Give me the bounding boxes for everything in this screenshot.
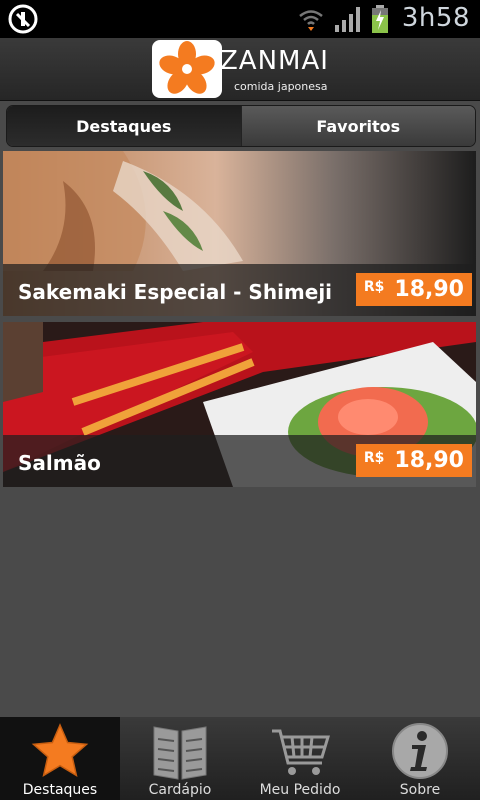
- wifi-icon: [299, 10, 323, 31]
- nav-label: Destaques: [22, 782, 98, 798]
- bottom-navigation: Destaques Cardápio Meu Pedido Sobre: [0, 717, 480, 800]
- battery-charging-icon: [372, 5, 388, 33]
- no-accessibility-icon: [8, 4, 38, 34]
- nav-label: Cardápio: [148, 782, 212, 798]
- app-header: ZANMAI comida japonesa: [0, 38, 480, 101]
- tab-favoritos[interactable]: Favoritos: [240, 106, 475, 146]
- info-icon: [392, 723, 448, 779]
- cart-icon: [272, 729, 330, 775]
- star-icon: [31, 723, 89, 777]
- tab-destaques[interactable]: Destaques: [7, 106, 241, 146]
- brand-name: ZANMAI: [220, 46, 329, 76]
- nav-cardapio[interactable]: Cardápio: [120, 717, 240, 800]
- price-currency: R$: [363, 449, 385, 466]
- clock-time: 3h58: [401, 3, 470, 33]
- price-value: 18,90: [394, 277, 464, 302]
- brand-tagline: comida japonesa: [234, 80, 328, 93]
- list-item[interactable]: Salmão R$ 18,90: [3, 322, 476, 487]
- card-caption-bar: Salmão R$ 18,90: [3, 435, 476, 487]
- menu-book-icon: [153, 726, 207, 780]
- price-tag: R$ 18,90: [355, 273, 472, 306]
- segmented-tabs: Destaques Favoritos: [6, 105, 476, 147]
- nav-meu-pedido[interactable]: Meu Pedido: [240, 717, 360, 800]
- status-bar: 3h58: [0, 0, 480, 38]
- card-caption-bar: Sakemaki Especial - Shimeji R$ 18,90: [3, 264, 476, 316]
- zanmai-logo: ZANMAI comida japonesa: [152, 40, 332, 98]
- list-item[interactable]: Sakemaki Especial - Shimeji R$ 18,90: [3, 151, 476, 316]
- price-value: 18,90: [394, 448, 464, 473]
- price-tag: R$ 18,90: [355, 444, 472, 477]
- nav-sobre[interactable]: Sobre: [360, 717, 480, 800]
- flower-logo-icon: [152, 40, 222, 98]
- nav-label: Sobre: [399, 782, 441, 798]
- item-title: Salmão: [18, 451, 101, 475]
- nav-label: Meu Pedido: [259, 782, 341, 798]
- nav-destaques[interactable]: Destaques: [0, 717, 120, 800]
- item-title: Sakemaki Especial - Shimeji: [18, 280, 333, 304]
- price-currency: R$: [363, 278, 385, 295]
- signal-icon: [335, 7, 360, 32]
